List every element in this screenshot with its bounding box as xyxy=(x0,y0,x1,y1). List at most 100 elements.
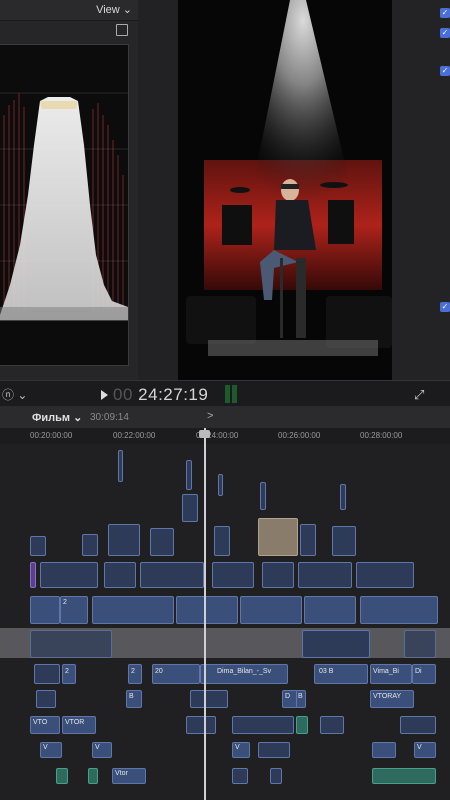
audio-clip[interactable]: V xyxy=(414,742,436,758)
timeline-forward-button[interactable]: > xyxy=(207,410,213,422)
timeline-clip[interactable] xyxy=(360,596,438,624)
waveform-scope xyxy=(0,44,129,366)
audio-clip[interactable]: 2 xyxy=(128,664,142,684)
project-name-menu[interactable]: Фильм ⌄ xyxy=(32,411,82,424)
timeline-clip[interactable] xyxy=(218,474,223,496)
timeline-clip[interactable] xyxy=(258,518,298,556)
timeline-clip[interactable] xyxy=(30,562,36,588)
timeline-clip[interactable] xyxy=(214,526,230,556)
audio-clip[interactable] xyxy=(270,768,282,784)
fullscreen-icon[interactable]: ⤢ xyxy=(414,387,424,403)
audio-clip[interactable] xyxy=(232,716,294,734)
clip-label: V xyxy=(95,744,100,751)
panel-divider xyxy=(138,0,178,380)
timeline-clip[interactable] xyxy=(298,562,352,588)
clip-label: V xyxy=(235,744,240,751)
audio-clip[interactable] xyxy=(400,716,436,734)
audio-clip[interactable] xyxy=(372,742,396,758)
audio-clip[interactable] xyxy=(36,690,56,708)
waveform-graphic xyxy=(0,92,128,321)
clip-label: 2 xyxy=(63,599,67,606)
video-viewer[interactable] xyxy=(178,0,392,380)
audio-clip[interactable]: VTOR xyxy=(62,716,96,734)
timecode-display[interactable]: 00 24:27:19 xyxy=(113,385,208,405)
audio-clip[interactable]: VTO xyxy=(30,716,60,734)
retime-menu-button[interactable]: ⓝ ⌄ xyxy=(2,386,27,403)
storyline-clip[interactable] xyxy=(404,630,436,658)
audio-clip[interactable] xyxy=(258,742,290,758)
scope-settings-icon[interactable] xyxy=(116,24,128,36)
audio-clip[interactable]: V xyxy=(232,742,250,758)
timeline-clip[interactable] xyxy=(304,596,356,624)
timeline-clip[interactable] xyxy=(240,596,302,624)
inspector-checkbox-4[interactable]: ✓ xyxy=(440,302,450,312)
inspector-checkbox-1[interactable]: ✓ xyxy=(440,8,450,18)
timeline-clip[interactable] xyxy=(212,562,254,588)
timeline-clip[interactable] xyxy=(40,562,98,588)
clip-label: 2 xyxy=(131,668,135,675)
audio-clip[interactable]: Vtor xyxy=(112,768,146,784)
audio-clip[interactable]: V xyxy=(92,742,112,758)
view-menu-button[interactable]: View ⌄ xyxy=(96,3,132,16)
timeline-clip[interactable] xyxy=(356,562,414,588)
audio-clip[interactable] xyxy=(56,768,68,784)
timeline-header: Фильм ⌄ 30:09:14 > xyxy=(0,406,450,429)
audio-clip[interactable]: Dima_Bilan_-_Sv xyxy=(200,664,288,684)
audio-clip[interactable]: Di xyxy=(412,664,436,684)
audio-clip[interactable] xyxy=(88,768,98,784)
ruler-tick: 00:28:00:00 xyxy=(360,431,403,440)
video-frame xyxy=(178,0,392,380)
timecode-hours: 00 xyxy=(113,385,133,404)
playhead-handle[interactable] xyxy=(199,430,210,438)
timeline-clip[interactable]: 2 xyxy=(60,596,88,624)
timeline-clip[interactable] xyxy=(118,450,123,482)
audio-clip[interactable] xyxy=(186,716,216,734)
play-icon[interactable] xyxy=(101,390,108,400)
storyline-clip[interactable] xyxy=(302,630,370,658)
timeline-clip[interactable] xyxy=(340,484,346,510)
audio-clip[interactable] xyxy=(232,768,248,784)
timeline-clip[interactable] xyxy=(150,528,174,556)
audio-clip[interactable]: 03 B xyxy=(314,664,368,684)
audio-clip[interactable] xyxy=(372,768,436,784)
audio-clip[interactable]: B xyxy=(126,690,142,708)
timeline-clip[interactable] xyxy=(82,534,98,556)
audio-clip[interactable]: 20 xyxy=(152,664,200,684)
timeline-clip[interactable] xyxy=(30,536,46,556)
audio-clip[interactable] xyxy=(34,664,60,684)
inspector-checkbox-2[interactable]: ✓ xyxy=(440,28,450,38)
timeline-clip[interactable] xyxy=(176,596,238,624)
audio-clip[interactable]: V xyxy=(40,742,62,758)
audio-clip[interactable]: VTORAY xyxy=(370,690,414,708)
timecode-value: 24:27:19 xyxy=(138,385,209,404)
clip-label: 03 B xyxy=(319,668,334,675)
clip-label: 2 xyxy=(65,668,69,675)
timeline-clip[interactable] xyxy=(332,526,356,556)
audio-clip[interactable]: Vima_Bi xyxy=(370,664,412,684)
timeline-clip[interactable] xyxy=(260,482,266,510)
timeline-clip[interactable] xyxy=(108,524,140,556)
audio-clip[interactable] xyxy=(320,716,344,734)
audio-clip[interactable]: B xyxy=(296,690,306,708)
timeline-ruler[interactable]: 00:20:00:00 00:22:00:00 00:24:00:00 00:2… xyxy=(0,428,450,445)
timeline-tracks[interactable]: 2 2 2 20 Dima_Bilan_-_Sv 03 B Vima_Bi Di… xyxy=(0,444,450,800)
timeline-clip[interactable] xyxy=(92,596,174,624)
timeline-clip[interactable] xyxy=(262,562,294,588)
timeline-clip[interactable] xyxy=(140,562,204,588)
timeline-clip[interactable] xyxy=(186,460,192,490)
audio-clip[interactable] xyxy=(190,690,228,708)
clip-label: B xyxy=(298,693,303,700)
clip-label: V xyxy=(417,744,422,751)
timeline-clip[interactable] xyxy=(104,562,136,588)
timeline-clip[interactable] xyxy=(300,524,316,556)
playhead[interactable] xyxy=(204,428,206,800)
timeline-clip[interactable] xyxy=(182,494,198,522)
storyline-clip[interactable] xyxy=(30,630,112,658)
audio-meters xyxy=(225,385,241,403)
audio-clip[interactable] xyxy=(296,716,308,734)
audio-clip[interactable]: 2 xyxy=(62,664,76,684)
inspector-checkbox-3[interactable]: ✓ xyxy=(440,66,450,76)
clip-label: V xyxy=(43,744,48,751)
inspector-panel: ✓ ✓ ✓ ✓ xyxy=(392,0,450,380)
timeline-clip[interactable] xyxy=(30,596,60,624)
